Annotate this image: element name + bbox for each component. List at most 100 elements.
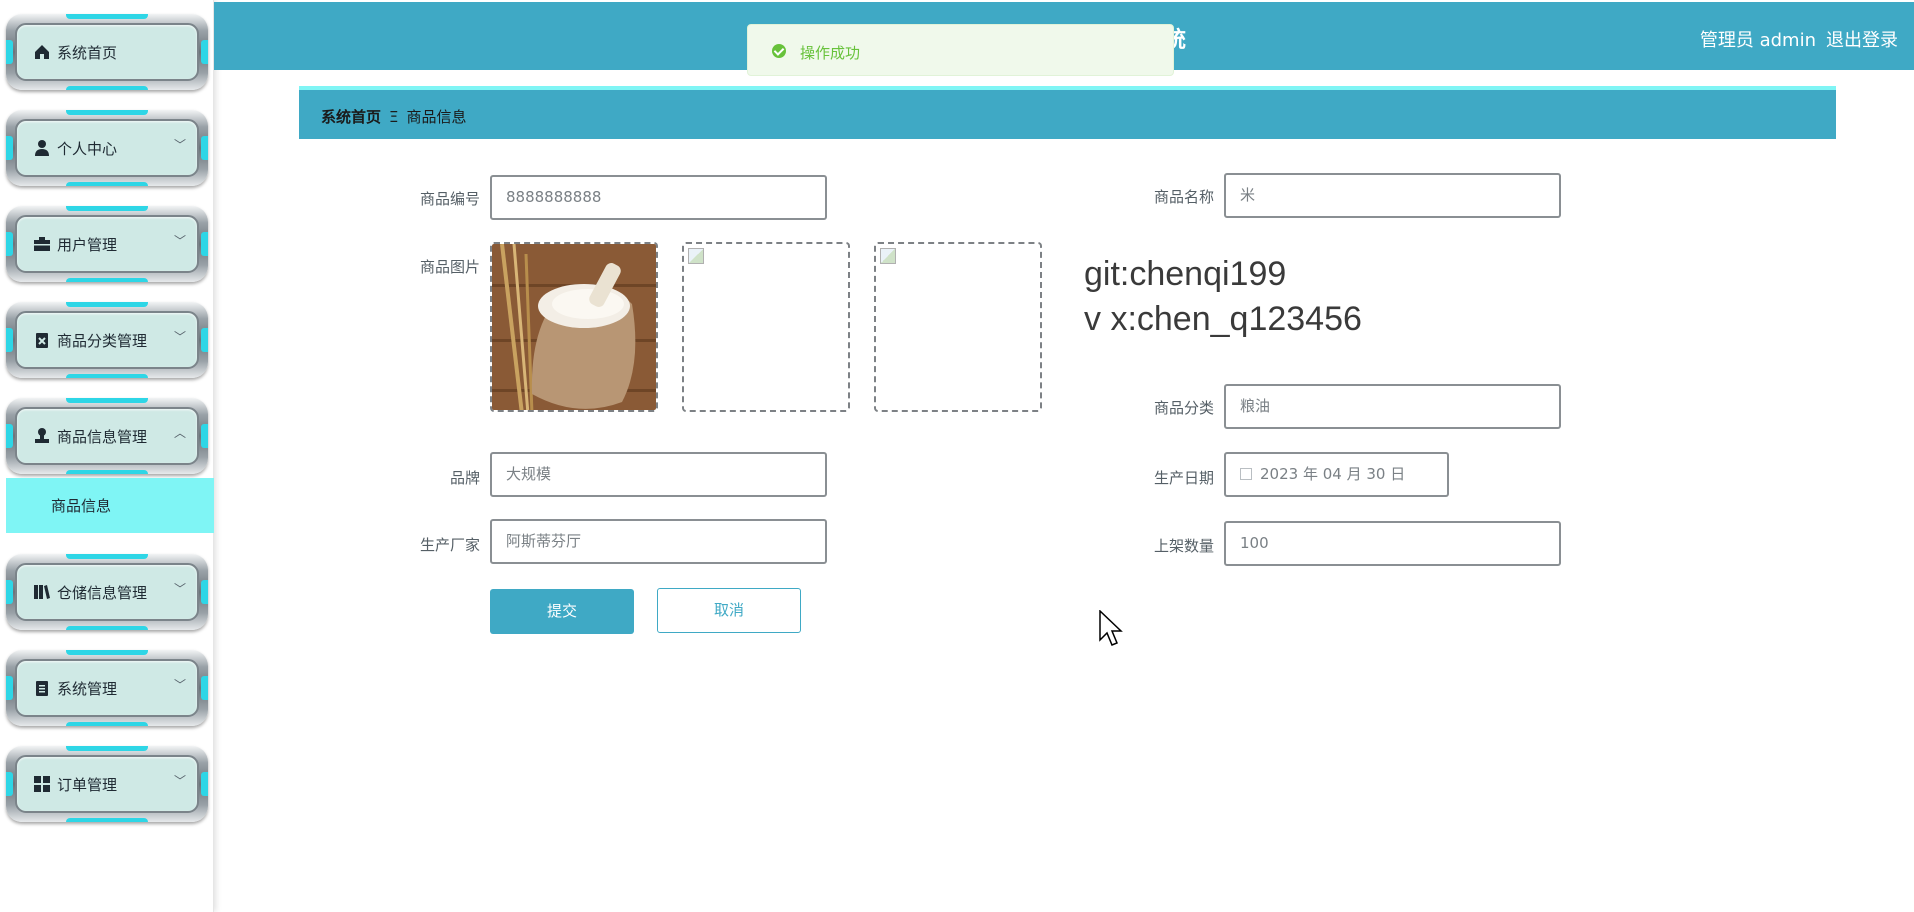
toast-message: 操作成功 [800, 44, 861, 62]
chevron-down-icon: ﹀ [173, 582, 186, 596]
menu-notch [66, 650, 148, 655]
menu-notch [66, 746, 148, 751]
menu-notch [66, 14, 148, 19]
sidebar-item-label: 商品信息管理 [57, 428, 148, 446]
menu-side [201, 232, 208, 256]
watermark-line: v x:chen_q123456 [1084, 300, 1362, 338]
sidebar-item-label: 商品分类管理 [57, 332, 148, 350]
mouse-cursor-icon [1099, 610, 1123, 646]
chevron-down-icon: ﹀ [173, 138, 186, 152]
menu-notch [66, 206, 148, 211]
product-image-3[interactable] [874, 242, 1042, 412]
header-user-area: 管理员 admin 退出登录 [1690, 26, 1898, 52]
quantity-label: 上架数量 [1153, 537, 1214, 555]
chevron-down-icon: ﹀ [173, 234, 186, 248]
breadcrumb-bar: 系统首页 Ξ 商品信息 [299, 86, 1836, 139]
brand-input[interactable]: 大规模 [490, 452, 827, 497]
product-image-1[interactable] [490, 242, 658, 412]
books-icon [34, 585, 50, 599]
clipboard-icon [36, 681, 48, 696]
menu-notch [66, 110, 148, 115]
submenu-item-product-info[interactable]: 商品信息 [6, 478, 214, 533]
sidebar-item-label: 订单管理 [57, 776, 118, 794]
sidebar-item-category-management[interactable]: 商品分类管理 ﹀ [6, 302, 208, 378]
sidebar-item-product-management[interactable]: 商品信息管理 ︿ [6, 398, 208, 474]
sidebar-item-user-management[interactable]: 用户管理 ﹀ [6, 206, 208, 282]
menu-side [6, 136, 13, 160]
menu-notch [66, 278, 148, 282]
stamp-icon [35, 428, 49, 443]
watermark-text: git:chenqi199 v x:chen_q123456 [1084, 252, 1362, 342]
menu-notch [66, 470, 148, 474]
sidebar: 系统首页 个人中心 ﹀ 用户管理 ﹀ 商品分类管理 ﹀ 商品信息管理 ︿ 商品信… [0, 0, 214, 912]
logout-link[interactable]: 退出登录 [1826, 30, 1898, 51]
product-code-label: 商品编号 [419, 190, 480, 208]
sidebar-item-personal-center[interactable]: 个人中心 ﹀ [6, 110, 208, 186]
calendar-icon [1240, 468, 1252, 480]
grid-icon [34, 776, 50, 792]
category-label: 商品分类 [1153, 399, 1214, 417]
broken-image-icon [688, 248, 704, 264]
sidebar-item-warehouse-management[interactable]: 仓储信息管理 ﹀ [6, 554, 208, 630]
product-image-2[interactable] [682, 242, 850, 412]
admin-label: 管理员 admin [1699, 30, 1816, 51]
home-icon [35, 45, 49, 59]
menu-notch [66, 626, 148, 630]
manufacturer-input[interactable]: 阿斯蒂芬厅 [490, 519, 827, 564]
product-name-input[interactable]: 米 [1224, 173, 1561, 218]
menu-side [6, 772, 13, 796]
production-date-label: 生产日期 [1153, 469, 1214, 487]
menu-side [6, 40, 13, 64]
product-image-label: 商品图片 [419, 258, 480, 276]
menu-notch [66, 554, 148, 559]
rice-bag-image [492, 244, 656, 410]
sidebar-item-order-management[interactable]: 订单管理 ﹀ [6, 746, 208, 822]
production-date-picker[interactable]: 2023 年 04 月 30 日 [1224, 452, 1449, 497]
sidebar-item-system-management[interactable]: 系统管理 ﹀ [6, 650, 208, 726]
breadcrumb-home[interactable]: 系统首页 [321, 108, 381, 126]
chevron-down-icon: ﹀ [173, 678, 186, 692]
menu-side [6, 580, 13, 604]
chevron-down-icon: ﹀ [173, 774, 186, 788]
success-toast: 操作成功 [747, 24, 1174, 76]
menu-notch [66, 182, 148, 186]
sidebar-item-label: 系统管理 [57, 680, 118, 698]
watermark-line: git:chenqi199 [1084, 255, 1287, 293]
sidebar-item-label: 个人中心 [57, 140, 118, 158]
menu-side [201, 328, 208, 352]
chevron-down-icon: ﹀ [173, 330, 186, 344]
cancel-button[interactable]: 取消 [657, 588, 801, 633]
menu-side [201, 40, 208, 64]
breadcrumb-current: 商品信息 [406, 108, 467, 126]
menu-side [201, 424, 208, 448]
menu-side [201, 676, 208, 700]
menu-side [201, 136, 208, 160]
menu-notch [66, 722, 148, 726]
sidebar-item-home[interactable]: 系统首页 [6, 14, 208, 90]
user-icon [35, 140, 49, 156]
menu-side [6, 424, 13, 448]
submit-button[interactable]: 提交 [490, 589, 634, 634]
clipboard-x-icon [36, 333, 48, 348]
sidebar-item-label: 系统首页 [57, 44, 118, 62]
menu-side [201, 772, 208, 796]
sidebar-item-label: 仓储信息管理 [57, 584, 148, 602]
quantity-input[interactable]: 100 [1224, 521, 1561, 566]
product-code-input[interactable]: 8888888888 [490, 175, 827, 220]
menu-side [201, 580, 208, 604]
production-date-value: 2023 年 04 月 30 日 [1260, 465, 1406, 483]
category-input[interactable]: 粮油 [1224, 384, 1561, 429]
menu-notch [66, 86, 148, 90]
menu-side [6, 328, 13, 352]
submenu-label: 商品信息 [51, 497, 112, 515]
brand-label: 品牌 [449, 469, 480, 487]
menu-notch [66, 374, 148, 378]
broken-image-icon [880, 248, 896, 264]
breadcrumb-separator: Ξ [389, 108, 399, 126]
menu-notch [66, 398, 148, 403]
menu-side [6, 232, 13, 256]
product-name-label: 商品名称 [1153, 188, 1214, 206]
check-circle-icon [772, 44, 786, 58]
manufacturer-label: 生产厂家 [419, 536, 480, 554]
breadcrumb: 系统首页 Ξ 商品信息 [321, 106, 467, 127]
